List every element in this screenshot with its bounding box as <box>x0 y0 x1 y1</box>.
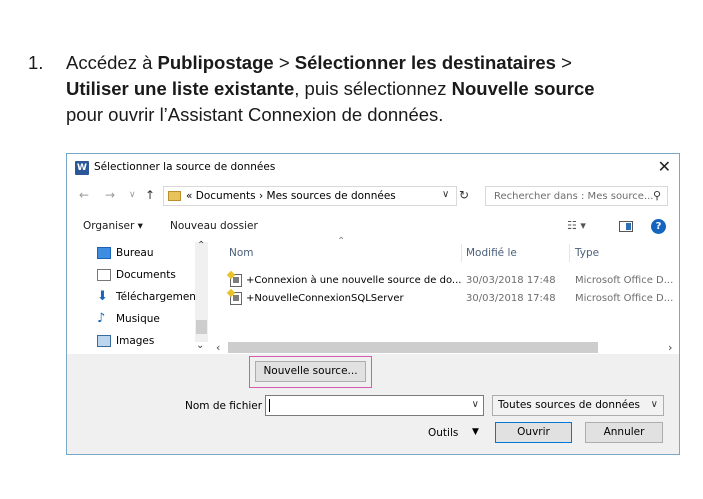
toolbar: Organiser ▾ Nouveau dossier ☷ ▾ ? <box>67 214 679 240</box>
column-separator[interactable] <box>569 244 570 262</box>
step-bold-existing-list: Utiliser une liste existante <box>66 78 295 99</box>
desktop-icon <box>97 247 111 259</box>
step-text-4: , puis sélectionnez <box>294 78 452 99</box>
download-icon: ⬇ <box>97 289 108 304</box>
breadcrumb[interactable]: « Documents › Mes sources de données <box>186 190 396 202</box>
music-icon: ♪ <box>97 311 106 326</box>
refresh-icon[interactable]: ↻ <box>459 188 469 202</box>
documents-icon <box>97 269 111 281</box>
step-bold-publipostage: Publipostage <box>157 52 274 73</box>
chevron-down-icon[interactable]: ∨ <box>472 399 479 410</box>
dialog-title: Sélectionner la source de données <box>94 161 276 173</box>
scrollbar-thumb[interactable] <box>196 320 207 334</box>
dialog-footer: Nouvelle source... Nom de fichier : ∨ To… <box>67 354 679 454</box>
file-name: +NouvelleConnexionSQLServer <box>246 293 404 304</box>
scrollbar-thumb[interactable] <box>228 342 598 353</box>
scroll-up-icon[interactable]: ⌃ <box>197 240 205 251</box>
step-text-3: > <box>555 52 572 73</box>
search-placeholder: Rechercher dans : Mes source... <box>494 191 654 202</box>
column-name[interactable]: Nom <box>229 247 254 259</box>
word-app-icon: W <box>75 161 89 175</box>
caret-down-icon: ▼ <box>472 427 479 437</box>
back-arrow-icon[interactable]: ← <box>79 188 89 202</box>
recent-locations-chevron-icon[interactable]: ∨ <box>129 190 136 200</box>
horizontal-scrollbar[interactable]: ‹ › <box>200 341 678 354</box>
forward-arrow-icon[interactable]: → <box>105 188 115 202</box>
column-type[interactable]: Type <box>575 247 599 259</box>
new-folder-button[interactable]: Nouveau dossier <box>170 220 258 232</box>
column-modified[interactable]: Modifié le <box>466 247 517 259</box>
tools-menu[interactable]: Outils ▼ <box>428 427 479 439</box>
sidebar-item-label: Documents <box>116 269 176 281</box>
images-icon <box>97 335 111 347</box>
dialog-titlebar: W Sélectionner la source de données ✕ <box>67 154 679 182</box>
preview-pane-icon[interactable] <box>619 221 633 232</box>
step-number: 1. <box>28 52 44 73</box>
step-text: Accédez à Publipostage > Sélectionner le… <box>66 50 686 128</box>
file-modified: 30/03/2018 17:48 <box>466 275 556 286</box>
file-list-header: ⌃ Nom Modifié le Type <box>217 236 677 264</box>
view-options-icon[interactable]: ☷ ▾ <box>567 219 586 232</box>
file-row[interactable]: +NouvelleConnexionSQLServer 30/03/2018 1… <box>217 292 677 310</box>
filename-input[interactable]: ∨ <box>265 395 484 416</box>
up-arrow-icon[interactable]: ↑ <box>145 188 155 202</box>
address-bar[interactable]: « Documents › Mes sources de données ∨ <box>163 186 457 206</box>
chevron-down-icon[interactable]: ∨ <box>442 189 449 200</box>
help-icon[interactable]: ? <box>651 219 666 234</box>
file-row[interactable]: +Connexion à une nouvelle source de do..… <box>217 274 677 292</box>
folder-icon <box>168 191 181 201</box>
organize-menu[interactable]: Organiser ▾ <box>83 220 143 232</box>
filter-value: Toutes sources de données <box>498 399 641 411</box>
odc-file-icon <box>230 274 242 287</box>
address-row: ← → ∨ ↑ « Documents › Mes sources de don… <box>67 184 679 210</box>
step-text-1: Accédez à <box>66 52 158 73</box>
sidebar-item-label: Bureau <box>116 247 154 259</box>
file-modified: 30/03/2018 17:48 <box>466 293 556 304</box>
search-input[interactable]: Rechercher dans : Mes source... ⚲ <box>485 186 668 206</box>
new-source-button[interactable]: Nouvelle source... <box>255 361 366 382</box>
sidebar-item-label: Musique <box>116 313 160 325</box>
navigation-pane: Bureau Documents ⬇ Téléchargement ♪ Musi… <box>67 240 212 354</box>
column-separator[interactable] <box>461 244 462 262</box>
file-type: Microsoft Office D... <box>575 293 674 304</box>
open-button[interactable]: Ouvrir <box>495 422 572 443</box>
odc-file-icon <box>230 292 242 305</box>
file-type-filter[interactable]: Toutes sources de données ∨ <box>492 395 664 416</box>
search-icon[interactable]: ⚲ <box>653 189 661 202</box>
select-data-source-dialog: W Sélectionner la source de données ✕ ← … <box>66 153 680 455</box>
chevron-down-icon[interactable]: ∨ <box>651 399 658 410</box>
step-bold-select-recipients: Sélectionner les destinataires <box>294 52 556 73</box>
step-text-2: > <box>273 52 295 73</box>
sidebar-item-label: Téléchargement <box>116 291 201 303</box>
sidebar-item-label: Images <box>116 335 155 347</box>
scroll-right-icon[interactable]: › <box>668 341 672 354</box>
sort-ascending-icon: ⌃ <box>337 236 346 247</box>
step-bold-new-source: Nouvelle source <box>451 78 595 99</box>
filename-label: Nom de fichier : <box>185 400 269 412</box>
file-type: Microsoft Office D... <box>575 275 674 286</box>
scroll-left-icon[interactable]: ‹ <box>216 341 220 354</box>
text-caret <box>269 399 270 412</box>
tools-label: Outils <box>428 427 459 439</box>
step-text-5: pour ouvrir l’Assistant Connexion de don… <box>66 104 444 125</box>
nav-vertical-scrollbar[interactable]: ⌃ ⌄ <box>195 240 208 351</box>
close-icon[interactable]: ✕ <box>658 157 671 176</box>
cancel-button[interactable]: Annuler <box>585 422 663 443</box>
file-name: +Connexion à une nouvelle source de do..… <box>246 275 462 286</box>
